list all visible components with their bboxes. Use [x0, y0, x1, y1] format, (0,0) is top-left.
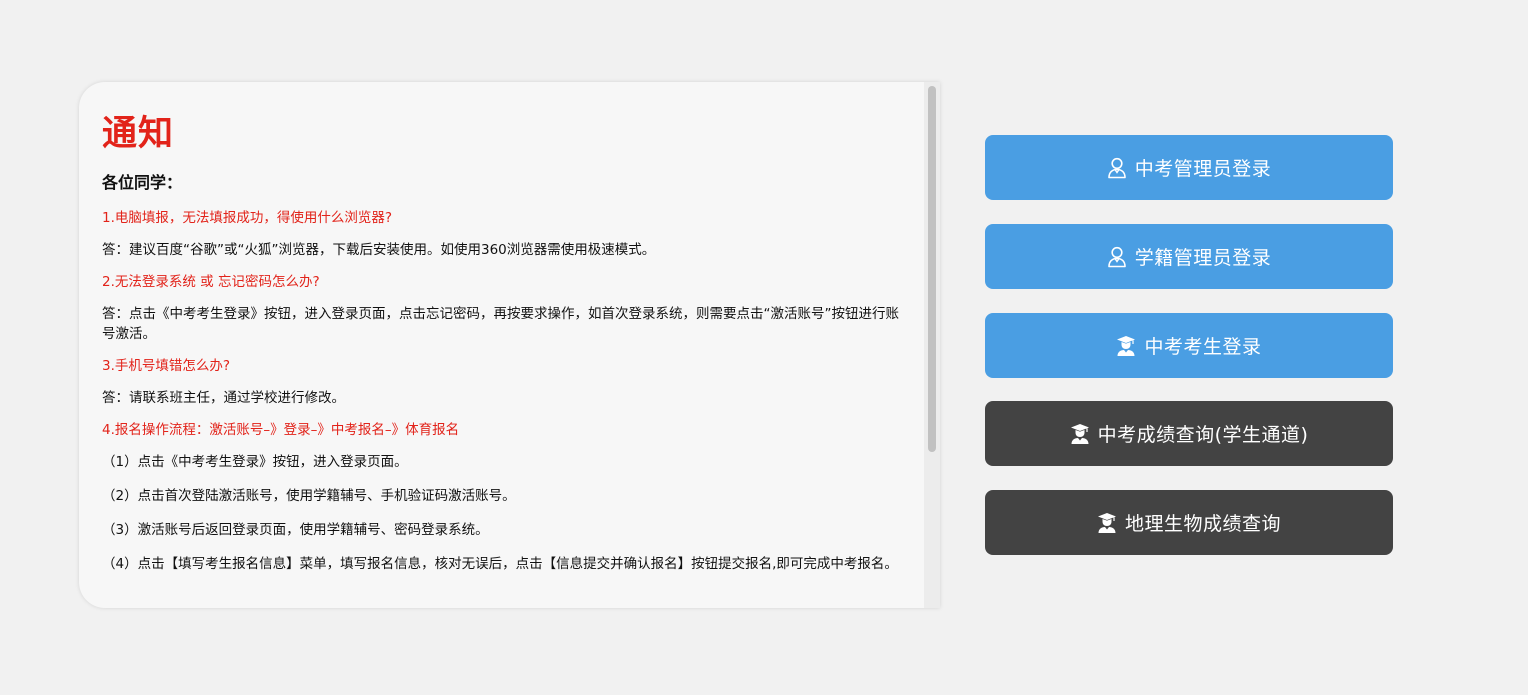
notice-panel[interactable]: 通知 各位同学： 1.电脑填报，无法填报成功，得使用什么浏览器? 答：建议百度“…: [79, 82, 940, 608]
geo-bio-score-query-button[interactable]: 地理生物成绩查询: [985, 490, 1393, 555]
faq-answer: 答：建议百度“谷歌”或“火狐”浏览器，下载后安装使用。如使用360浏览器需使用极…: [102, 242, 656, 258]
registry-admin-login-button[interactable]: 学籍管理员登录: [985, 224, 1393, 289]
process-step: （4）点击【填写考生报名信息】菜单，填写报名信息，核对无误后，点击【信息提交并确…: [102, 556, 898, 572]
process-title: 4.报名操作流程：激活账号–》登录–》中考报名–》体育报名: [102, 422, 460, 438]
geo-bio-score-query-label: 地理生物成绩查询: [1124, 513, 1281, 535]
notice-scrollbar[interactable]: [924, 82, 940, 608]
notice-greeting: 各位同学：: [102, 173, 183, 192]
page: 通知 各位同学： 1.电脑填报，无法填报成功，得使用什么浏览器? 答：建议百度“…: [0, 0, 1528, 695]
student-graduate-icon: [1097, 512, 1117, 534]
student-graduate-icon: [1116, 335, 1136, 357]
faq-question: 2.无法登录系统 或 忘记密码怎么办?: [102, 274, 320, 290]
admin-user-icon: [1107, 246, 1127, 268]
registry-admin-login-label: 学籍管理员登录: [1134, 247, 1272, 269]
faq-answer: 答：点击《中考考生登录》按钮，进入登录页面，点击忘记密码，再按要求操作，如首次登…: [102, 306, 899, 342]
score-query-label: 中考成绩查询(学生通道): [1097, 424, 1309, 446]
admin-user-icon: [1107, 157, 1127, 179]
process-step: （1）点击《中考考生登录》按钮，进入登录页面。: [102, 454, 408, 470]
score-query-button[interactable]: 中考成绩查询(学生通道): [985, 401, 1393, 466]
process-step: （3）激活账号后返回登录页面，使用学籍辅号、密码登录系统。: [102, 522, 489, 538]
faq-question: 1.电脑填报，无法填报成功，得使用什么浏览器?: [102, 210, 393, 226]
student-login-button[interactable]: 中考考生登录: [985, 313, 1393, 378]
process-step: （2）点击首次登陆激活账号，使用学籍辅号、手机验证码激活账号。: [102, 488, 516, 504]
notice-title: 通知: [102, 114, 175, 154]
faq-question: 3.手机号填错怎么办?: [102, 358, 231, 374]
student-graduate-icon: [1070, 423, 1090, 445]
notice-scrollbar-thumb[interactable]: [928, 86, 936, 452]
exam-admin-login-button[interactable]: 中考管理员登录: [985, 135, 1393, 200]
student-login-label: 中考考生登录: [1144, 336, 1262, 358]
exam-admin-login-label: 中考管理员登录: [1134, 158, 1272, 180]
notice-content: 通知 各位同学： 1.电脑填报，无法填报成功，得使用什么浏览器? 答：建议百度“…: [102, 104, 902, 608]
faq-answer: 答：请联系班主任，通过学校进行修改。: [102, 390, 345, 406]
